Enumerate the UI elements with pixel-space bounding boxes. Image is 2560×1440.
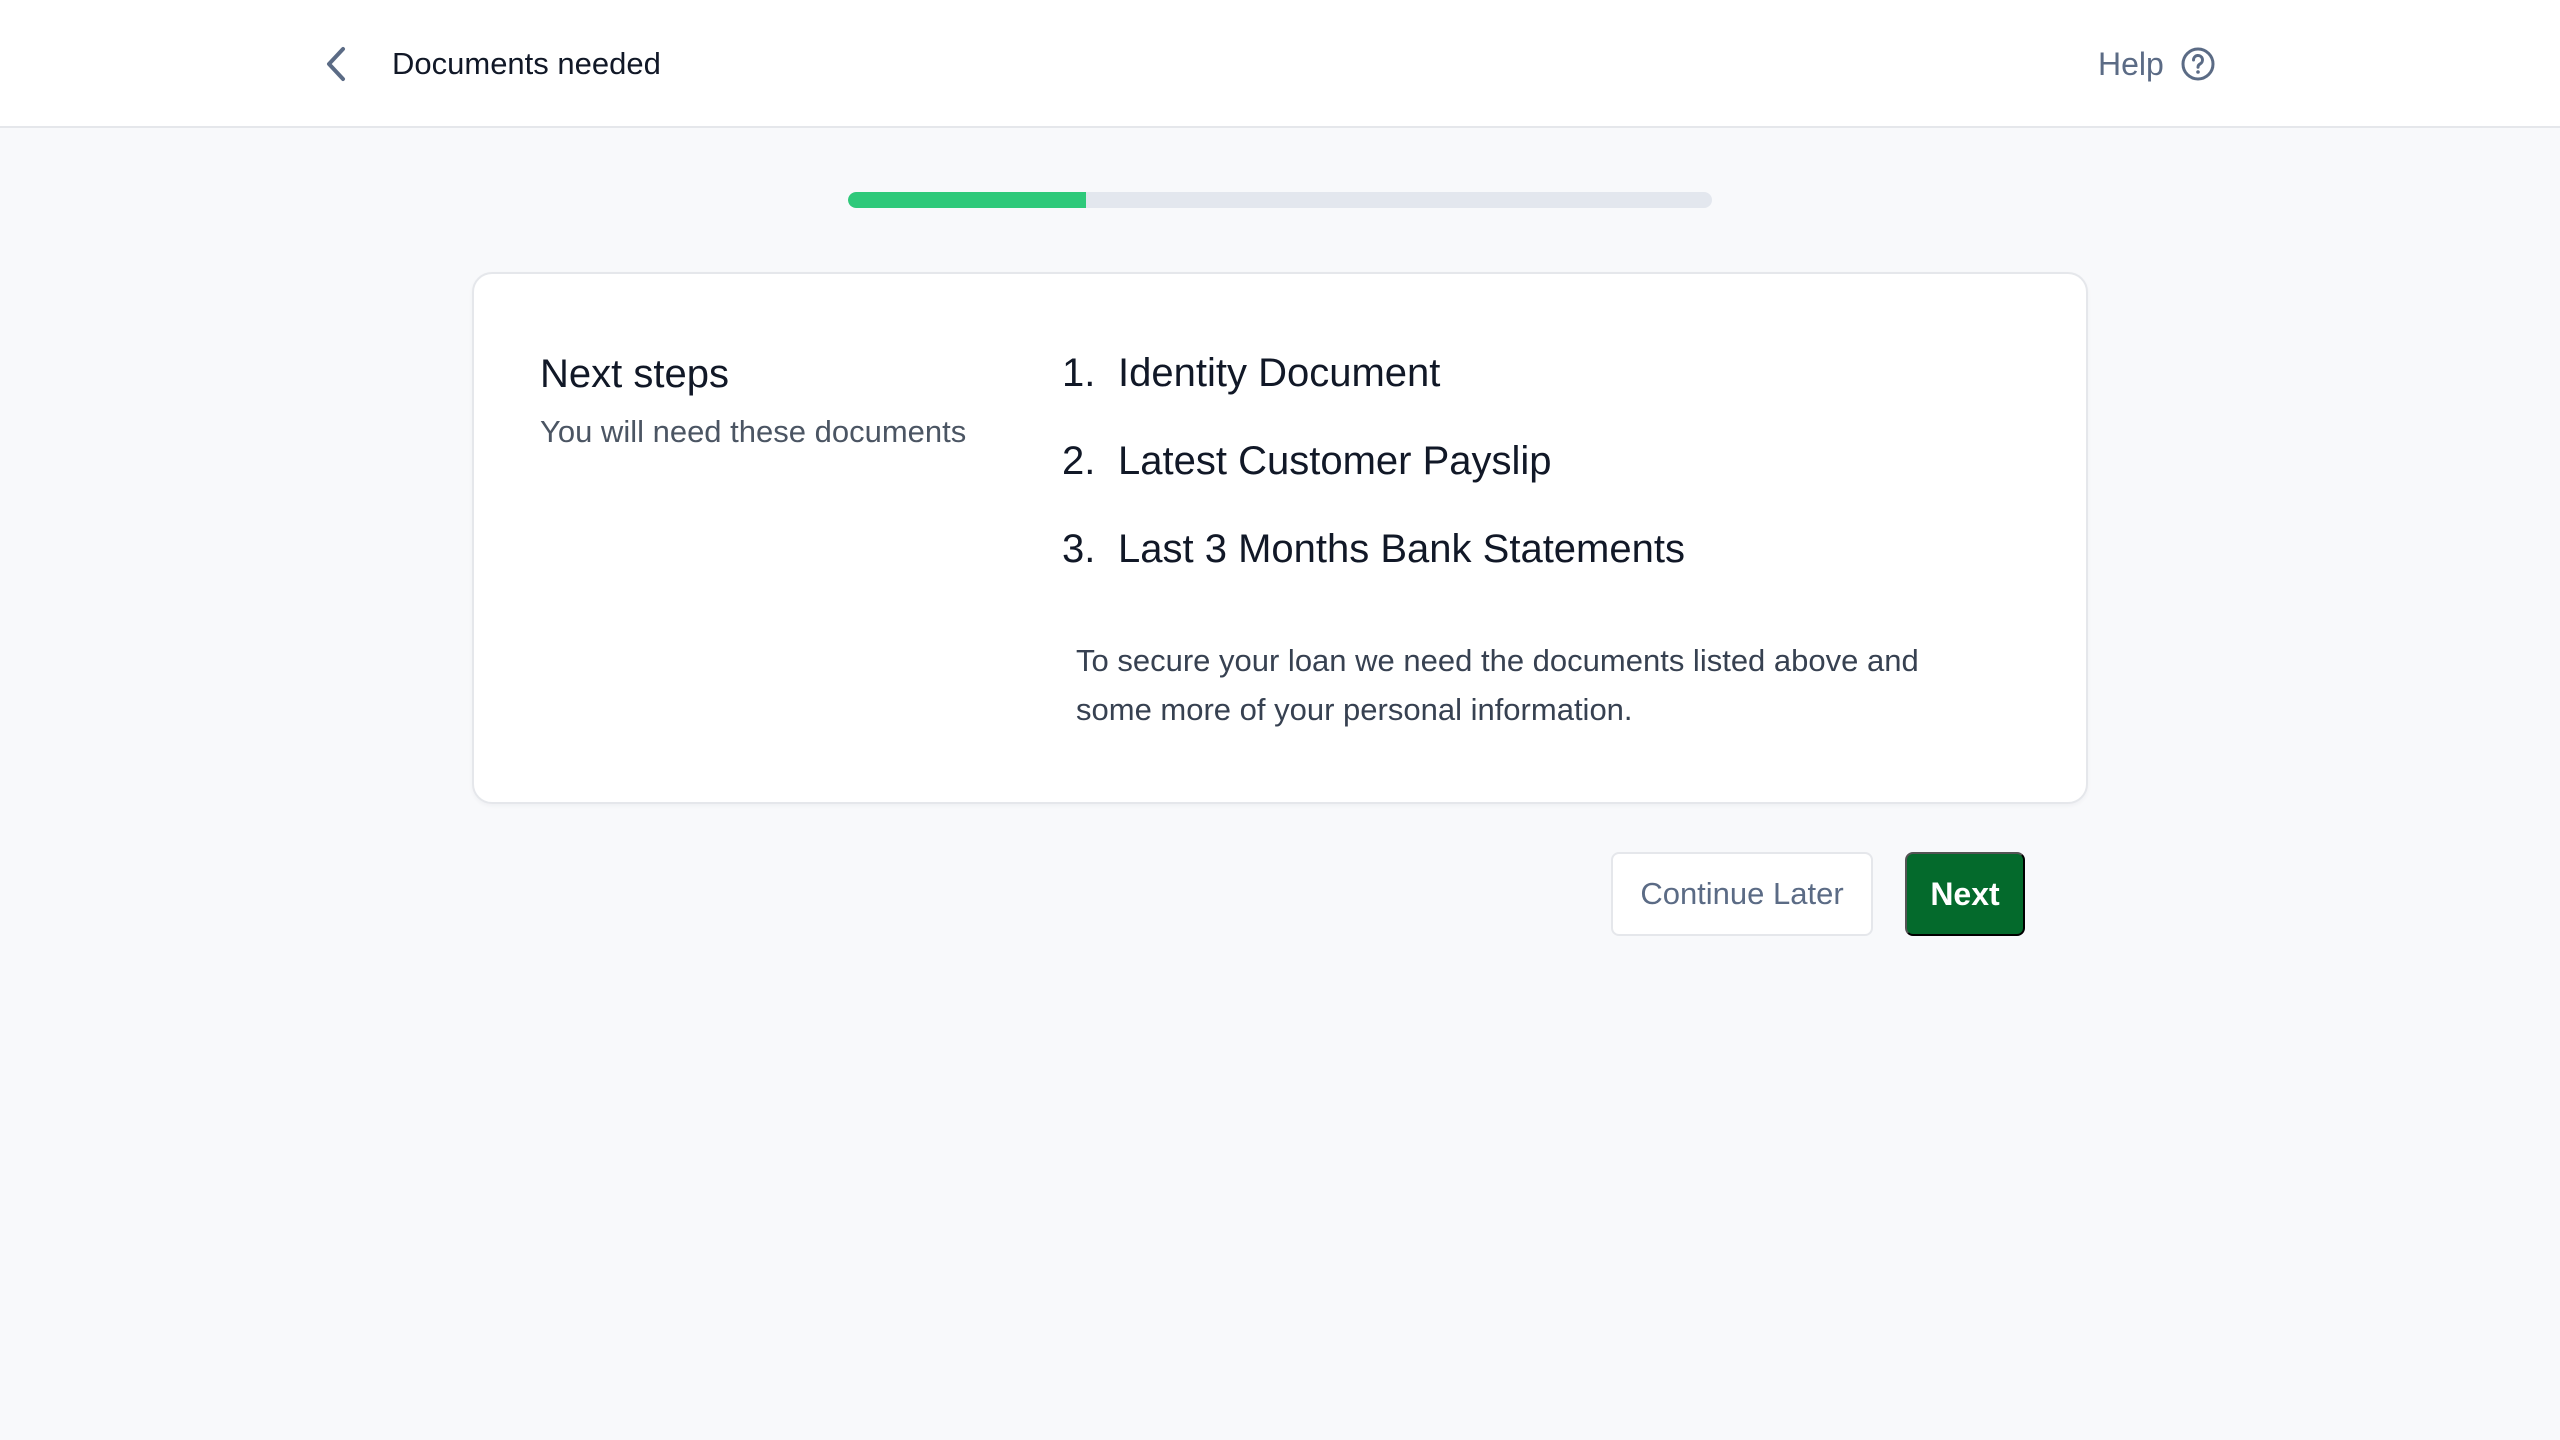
help-button[interactable]: Help xyxy=(2098,40,2216,88)
back-button[interactable] xyxy=(316,40,356,88)
page-title: Documents needed xyxy=(392,46,661,81)
card-heading: Next steps xyxy=(540,352,729,396)
progress-bar xyxy=(848,192,1712,208)
list-item-number: 3. xyxy=(1062,527,1096,571)
document-list: 1. Identity Document 2. Latest Customer … xyxy=(1062,346,1685,610)
list-item: 2. Latest Customer Payslip xyxy=(1062,434,1685,522)
list-item: 3. Last 3 Months Bank Statements xyxy=(1062,522,1685,610)
next-button[interactable]: Next xyxy=(1905,852,2025,936)
progress-bar-fill xyxy=(848,192,1086,208)
top-bar: Documents needed Help xyxy=(0,0,2560,128)
question-circle-icon xyxy=(2180,46,2216,82)
list-item: 1. Identity Document xyxy=(1062,346,1685,434)
card-note: To secure your loan we need the document… xyxy=(1076,643,1919,727)
list-item-label: Last 3 Months Bank Statements xyxy=(1118,527,1685,571)
list-item-label: Latest Customer Payslip xyxy=(1118,439,1552,483)
list-item-number: 2. xyxy=(1062,439,1096,483)
list-item-label: Identity Document xyxy=(1118,351,1441,395)
documents-card: Next steps You will need these documents… xyxy=(472,272,2088,804)
continue-later-button[interactable]: Continue Later xyxy=(1611,852,1873,936)
list-item-number: 1. xyxy=(1062,351,1096,395)
card-subheading: You will need these documents xyxy=(540,414,967,449)
help-label: Help xyxy=(2098,45,2164,82)
chevron-left-icon xyxy=(327,47,345,81)
